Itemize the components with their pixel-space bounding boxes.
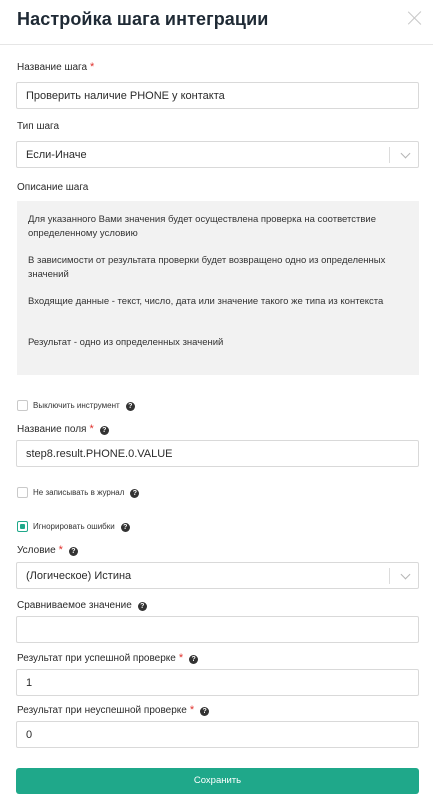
description-paragraph: Результат - одно из определенных значени… [28,337,224,348]
disable-tool-checkbox[interactable] [17,400,28,411]
success-result-label: Результат при успешной проверке *? [17,652,199,664]
field-name-value: step8.result.PHONE.0.VALUE [26,448,173,460]
select-divider [389,568,390,584]
success-result-input[interactable]: 1 [16,669,419,696]
required-asterisk: * [89,423,94,435]
chevron-down-icon[interactable] [400,569,411,580]
step-name-input[interactable]: Проверить наличие PHONE у контакта [16,82,419,109]
required-asterisk: * [58,544,63,556]
ignore-errors-label: Игнорировать ошибки? [33,522,130,532]
description-paragraph: В зависимости от результата проверки буд… [28,255,386,280]
step-type-select[interactable]: Если-Иначе [16,141,419,168]
field-name-label: Название поля *? [17,423,109,435]
help-icon[interactable]: ? [137,602,147,611]
condition-value: (Логическое) Истина [26,570,132,582]
help-icon[interactable]: ? [99,426,109,435]
fail-result-input[interactable]: 0 [16,721,419,748]
fail-result-value: 0 [26,729,33,741]
no-log-label: Не записывать в журнал? [33,488,140,498]
required-asterisk: * [189,704,195,716]
help-icon[interactable]: ? [120,523,130,532]
disable-tool-label: Выключить инструмент? [33,401,135,411]
description-paragraph: Входящие данные - текст, число, дата или… [28,296,384,307]
help-icon[interactable]: ? [189,655,199,664]
step-name-value: Проверить наличие PHONE у контакта [26,90,225,102]
fail-result-label: Результат при неуспешной проверке *? [17,704,210,716]
step-type-label: Тип шага [17,121,60,132]
help-icon[interactable]: ? [68,547,78,556]
step-name-label: Название шага * [17,61,95,73]
required-asterisk: * [178,652,184,664]
description-box: Для указанного Вами значения будет осуще… [17,201,419,375]
chevron-down-icon[interactable] [400,148,411,159]
no-log-checkbox[interactable] [17,487,28,498]
success-result-value: 1 [26,677,33,689]
compare-value-label: Сравниваемое значение? [17,600,147,611]
ignore-errors-checkbox[interactable] [17,521,28,532]
close-icon[interactable] [407,10,423,26]
dialog-header: Настройка шага интеграции [0,0,433,45]
select-divider [389,147,390,163]
help-icon[interactable]: ? [130,489,140,498]
description-paragraph: Для указанного Вами значения будет осуще… [28,214,376,239]
save-button[interactable]: Сохранить [16,768,419,794]
dialog-title: Настройка шага интеграции [17,9,269,29]
condition-select[interactable]: (Логическое) Истина [16,562,419,589]
help-icon[interactable]: ? [200,707,210,716]
required-asterisk: * [90,61,95,73]
step-type-value: Если-Иначе [26,149,87,161]
condition-label: Условие *? [17,544,78,556]
field-name-input[interactable]: step8.result.PHONE.0.VALUE [16,440,419,467]
compare-value-input[interactable] [16,616,419,643]
description-label: Описание шага [17,182,89,193]
help-icon[interactable]: ? [125,402,135,411]
